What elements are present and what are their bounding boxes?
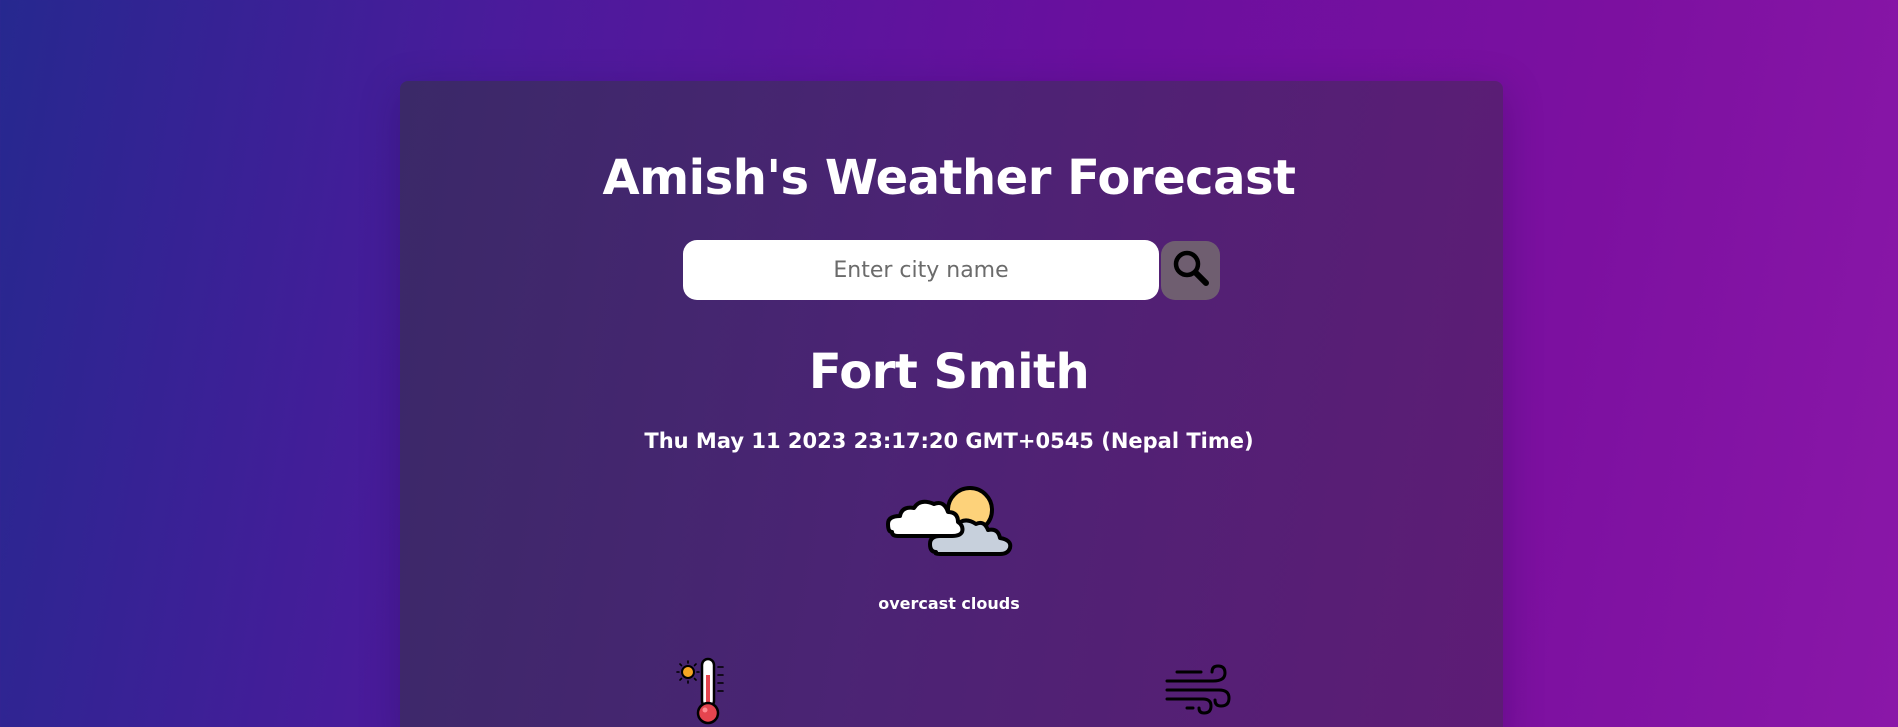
search-button[interactable] — [1161, 240, 1220, 300]
city-name: Fort Smith — [808, 344, 1090, 400]
date-time: Thu May 11 2023 23:17:20 GMT+0545 (Nepal… — [644, 429, 1254, 453]
search-input[interactable] — [683, 240, 1159, 300]
thermometer-icon — [676, 655, 736, 727]
weather-description: overcast clouds — [878, 594, 1020, 613]
page-title: Amish's Weather Forecast — [602, 150, 1296, 206]
search-bar — [683, 240, 1220, 300]
wind-icon — [1163, 663, 1233, 715]
search-icon — [1171, 248, 1211, 292]
cloudy-sun-icon — [886, 486, 1016, 558]
